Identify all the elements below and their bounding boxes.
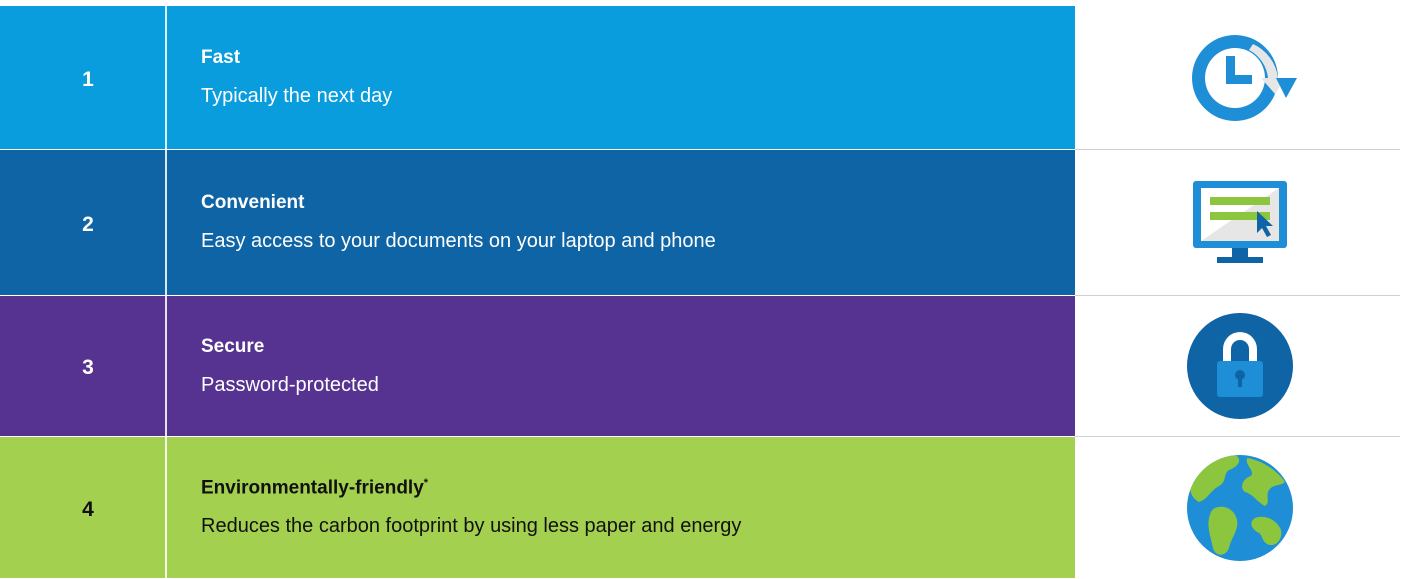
row-text-cell: Environmentally-friendly* Reduces the ca… — [167, 437, 1075, 578]
icon-cell — [1075, 437, 1405, 578]
icon-cell — [1075, 6, 1405, 150]
benefit-description: Reduces the carbon footprint by using le… — [201, 515, 742, 538]
benefit-title: Fast — [201, 47, 241, 68]
benefit-title: Convenient — [201, 192, 305, 213]
benefit-description: Password-protected — [201, 373, 379, 396]
benefit-description: Easy access to your documents on your la… — [201, 230, 716, 252]
row-number: 3 — [82, 356, 94, 379]
benefits-table: 1 Fast Typically the next day 2 Convenie… — [0, 0, 1405, 579]
benefit-row-fast: 1 Fast Typically the next day — [0, 6, 1405, 150]
benefit-row-secure: 3 Secure Password-protected — [0, 296, 1405, 437]
benefit-row-convenient: 2 Convenient Easy access to your documen… — [0, 150, 1405, 296]
row-number-cell: 3 — [0, 296, 167, 436]
globe-icon — [1187, 454, 1293, 561]
row-number: 1 — [82, 67, 94, 91]
row-text-cell: Fast Typically the next day — [167, 6, 1075, 149]
row-text-cell: Secure Password-protected — [167, 296, 1075, 436]
row-number-cell: 1 — [0, 6, 167, 149]
row-number: 4 — [82, 497, 94, 521]
benefit-title: Environmentally-friendly* — [201, 477, 1075, 499]
icon-cell — [1075, 296, 1405, 437]
benefit-description: Typically the next day — [201, 85, 393, 107]
row-number-cell: 2 — [0, 150, 167, 295]
benefit-title: Secure — [201, 335, 265, 357]
footnote-mark: * — [423, 476, 429, 489]
icon-cell — [1075, 150, 1405, 296]
clock-refresh-icon — [1192, 34, 1297, 121]
benefit-row-environmentally-friendly: 4 Environmentally-friendly* Reduces the … — [0, 437, 1405, 578]
monitor-icon — [1193, 180, 1287, 263]
row-number: 2 — [82, 212, 94, 236]
row-number-cell: 4 — [0, 437, 167, 578]
lock-icon — [1187, 313, 1293, 419]
benefit-title-text: Environmentally-friendly — [201, 477, 424, 499]
row-text-cell: Convenient Easy access to your documents… — [167, 150, 1075, 295]
